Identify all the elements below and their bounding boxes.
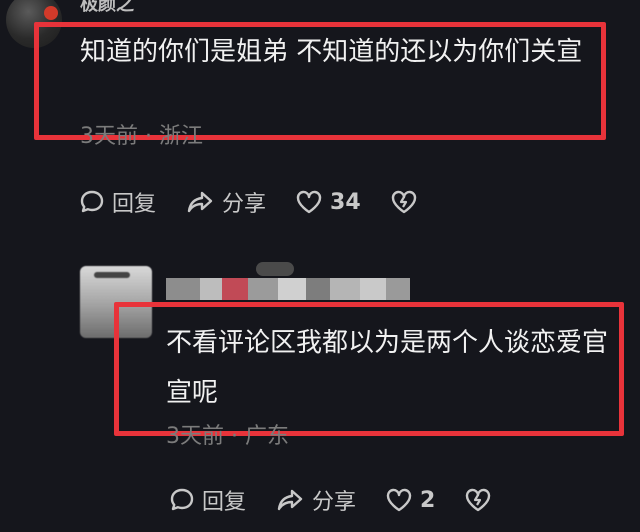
share-arrow-icon: [277, 489, 303, 511]
broken-heart-icon: [466, 488, 491, 512]
like-button[interactable]: 2: [384, 486, 435, 514]
comment-actions: 回复 分享 34: [78, 186, 453, 218]
share-label: 分享: [312, 490, 357, 515]
blurred-badge: [256, 262, 294, 276]
share-button[interactable]: 分享: [274, 484, 356, 516]
like-count: 34: [330, 189, 361, 215]
share-button[interactable]: 分享: [184, 186, 266, 218]
avatar-badge: [44, 6, 58, 20]
comment-bubble-icon: [80, 190, 104, 213]
heart-icon: [296, 190, 322, 214]
comment-text: 不看评论区我都以为是两个人谈恋爱官宣呢: [166, 328, 609, 408]
comment-meta: 3天前 · 广东: [166, 424, 289, 449]
comment-actions: 回复 分享 2: [168, 484, 527, 516]
reply-button[interactable]: 回复: [78, 186, 156, 218]
broken-heart-icon: [391, 190, 416, 214]
like-count: 2: [420, 487, 436, 513]
like-button[interactable]: 34: [294, 188, 361, 216]
reply-button[interactable]: 回复: [168, 484, 246, 516]
reply-label: 回复: [202, 490, 247, 515]
share-arrow-icon: [187, 191, 213, 213]
comment-text: 知道的你们是姐弟 不知道的还以为你们关宣: [80, 37, 583, 67]
comment-meta: 3天前 · 浙江: [80, 124, 203, 149]
dislike-button[interactable]: [463, 486, 499, 514]
blurred-username[interactable]: [166, 278, 410, 302]
share-label: 分享: [222, 192, 267, 217]
dislike-button[interactable]: [389, 188, 425, 216]
username[interactable]: 极颜之: [80, 0, 134, 16]
comment-bubble-icon: [170, 488, 194, 511]
reply-label: 回复: [112, 192, 157, 217]
heart-icon: [386, 488, 412, 512]
